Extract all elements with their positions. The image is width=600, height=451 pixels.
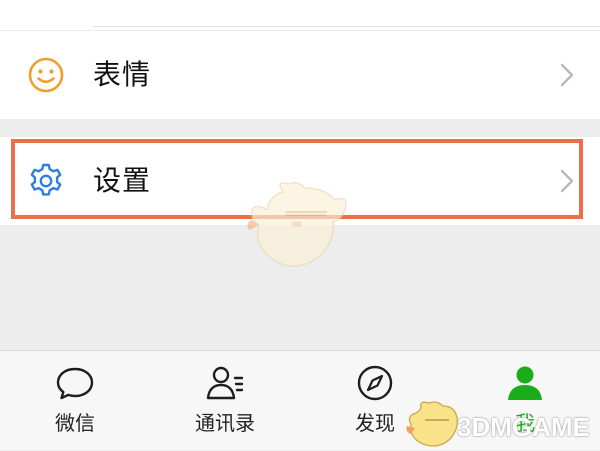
chevron-right-icon [560,169,574,193]
gear-icon [30,163,62,196]
tab-label: 微信 [55,411,95,435]
emoji-icon [28,57,64,93]
watermark-text: 3DMGAME [457,412,590,442]
previous-row-strip [0,0,600,30]
tab-contacts[interactable]: 通讯录 [165,351,285,451]
menu-item-label: 设置 [93,164,152,197]
compass-icon [357,365,393,401]
chat-bubble-icon [56,367,94,400]
wechat-me-screen: 表情 设置 微信 通讯录 发现 我 3DMGAME [0,0,600,450]
chevron-right-icon [560,63,574,87]
row-divider [93,26,600,27]
menu-item-label: 表情 [93,58,152,91]
site-watermark: 3DMGAME [405,398,600,450]
mascot-watermark-icon [247,181,347,267]
contacts-icon [206,366,244,400]
tab-label: 通讯录 [195,411,255,435]
section-gap [0,119,600,135]
mascot-logo-icon [406,401,459,447]
menu-item-emoji[interactable]: 表情 [0,31,600,119]
tab-chats[interactable]: 微信 [15,351,135,451]
person-icon [508,366,542,400]
